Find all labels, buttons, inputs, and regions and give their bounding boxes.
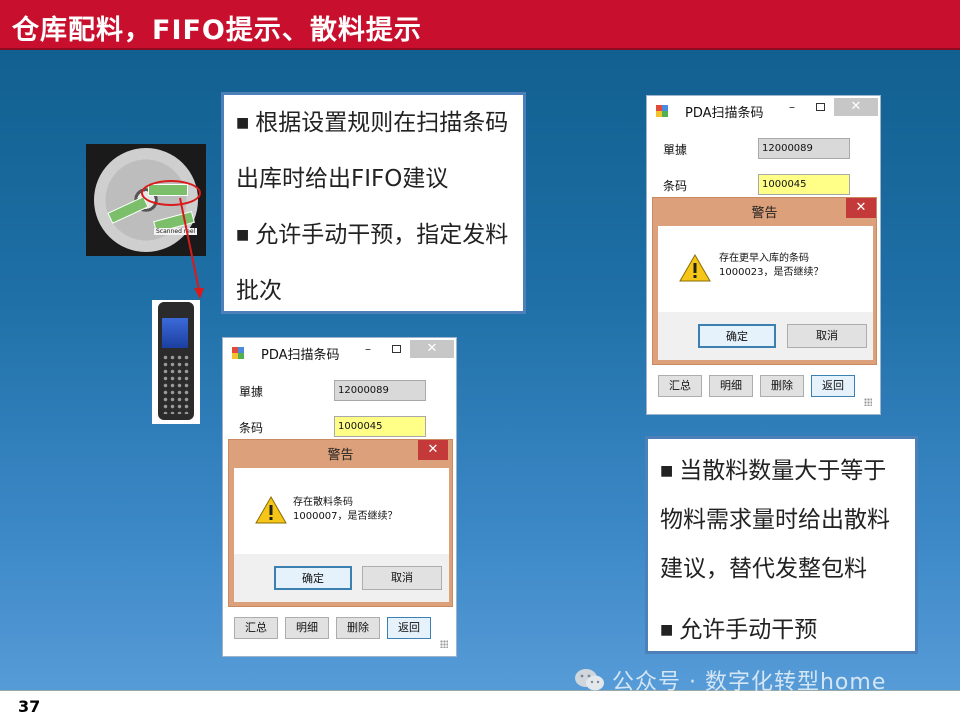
- app-window-icon: [232, 347, 244, 359]
- close-button[interactable]: ✕: [410, 340, 454, 358]
- square-bullet-icon: ■: [660, 622, 674, 638]
- pda-window-right: PDA扫描条码 – ✕ 單據 12000089 条码 1000045 警告 ✕ …: [646, 95, 881, 415]
- delete-button[interactable]: 删除: [760, 375, 804, 397]
- return-button[interactable]: 返回: [811, 375, 855, 397]
- field-label-barcode: 条码: [239, 421, 264, 435]
- warning-dialog: 警告 ✕ 存在更早入库的条码 1000023，是否继续？ 确定 取消: [652, 197, 877, 365]
- warning-close-button[interactable]: ✕: [846, 198, 876, 218]
- warning-body: 存在更早入库的条码 1000023，是否继续？: [658, 226, 873, 312]
- summary-button[interactable]: 汇总: [234, 617, 278, 639]
- minimize-button[interactable]: –: [789, 100, 795, 114]
- return-button[interactable]: 返回: [387, 617, 431, 639]
- textbox-fifo: ■ 根据设置规则在扫描条码出库时给出FIFO建议 ■ 允许手动干预，指定发料批次: [221, 92, 526, 314]
- slide-title: 仓库配料，FIFO提示、散料提示: [12, 15, 422, 46]
- warning-message-line-1: 存在更早入库的条码: [719, 253, 809, 264]
- resize-grip[interactable]: [440, 640, 448, 648]
- window-titlebar: PDA扫描条码 – ✕: [647, 96, 880, 126]
- fifo-bullet-1: ■ 根据设置规则在扫描条码出库时给出FIFO建议: [236, 110, 509, 192]
- fifo-bullet-2: ■ 允许手动干预，指定发料批次: [236, 222, 509, 304]
- warning-title: 警告: [751, 206, 778, 221]
- square-bullet-icon: ■: [236, 227, 250, 243]
- detail-button[interactable]: 明细: [709, 375, 753, 397]
- warning-triangle-icon: [679, 254, 711, 282]
- minimize-button[interactable]: –: [365, 342, 371, 356]
- confirm-button[interactable]: 确定: [698, 324, 776, 348]
- wechat-icon: [575, 669, 604, 691]
- square-bullet-icon: ■: [660, 463, 674, 479]
- pda-device-photo: [152, 300, 200, 424]
- warning-footer: 确定 取消: [234, 554, 449, 602]
- warning-body: 存在散料条码 1000007，是否继续？: [234, 468, 449, 554]
- pda-screen: [162, 318, 188, 348]
- delete-button[interactable]: 删除: [336, 617, 380, 639]
- window-title: PDA扫描条码: [261, 348, 340, 363]
- resize-grip[interactable]: [864, 398, 872, 406]
- app-window-icon: [656, 105, 668, 117]
- highlight-circle: [141, 180, 201, 206]
- field-label-barcode: 条码: [663, 179, 688, 193]
- textbox-bulk: ■ 当散料数量大于等于物料需求量时给出散料建议，替代发整包料 ■ 允许手动干预: [645, 436, 918, 654]
- cancel-button[interactable]: 取消: [787, 324, 867, 348]
- document-field[interactable]: 12000089: [758, 138, 850, 159]
- page-number: 37: [18, 697, 41, 716]
- maximize-button[interactable]: [392, 345, 401, 353]
- scan-label: Scanned reel: [154, 228, 198, 235]
- warning-message-line-1: 存在散料条码: [293, 497, 353, 508]
- window-titlebar: PDA扫描条码 – ✕: [223, 338, 456, 368]
- warning-message-line-2: 1000007，是否继续？: [293, 511, 398, 522]
- title-bar: 仓库配料，FIFO提示、散料提示: [0, 0, 960, 50]
- cancel-button[interactable]: 取消: [362, 566, 442, 590]
- watermark: 公众号 · 数字化转型home: [612, 670, 887, 695]
- field-label-document: 單據: [239, 385, 264, 399]
- barcode-input[interactable]: 1000045: [758, 174, 850, 195]
- bulk-bullet-2: ■ 允许手动干预: [660, 617, 818, 643]
- document-field[interactable]: 12000089: [334, 380, 426, 401]
- summary-button[interactable]: 汇总: [658, 375, 702, 397]
- close-button[interactable]: ✕: [834, 98, 878, 116]
- bulk-bullet-1: ■ 当散料数量大于等于物料需求量时给出散料建议，替代发整包料: [660, 458, 890, 582]
- pda-keypad: [162, 354, 190, 414]
- field-label-document: 單據: [663, 143, 688, 157]
- window-title: PDA扫描条码: [685, 106, 764, 121]
- square-bullet-icon: ■: [236, 115, 250, 131]
- warning-message-line-2: 1000023，是否继续？: [719, 267, 824, 278]
- warning-close-button[interactable]: ✕: [418, 440, 448, 460]
- reel-photo: Scanned reel: [86, 144, 206, 256]
- maximize-button[interactable]: [816, 103, 825, 111]
- warning-triangle-icon: [255, 496, 287, 524]
- detail-button[interactable]: 明细: [285, 617, 329, 639]
- warning-footer: 确定 取消: [658, 312, 873, 360]
- confirm-button[interactable]: 确定: [274, 566, 352, 590]
- pda-window-left: PDA扫描条码 – ✕ 單據 12000089 条码 1000045 警告 ✕ …: [222, 337, 457, 657]
- barcode-input[interactable]: 1000045: [334, 416, 426, 437]
- warning-dialog: 警告 ✕ 存在散料条码 1000007，是否继续？ 确定 取消: [228, 439, 453, 607]
